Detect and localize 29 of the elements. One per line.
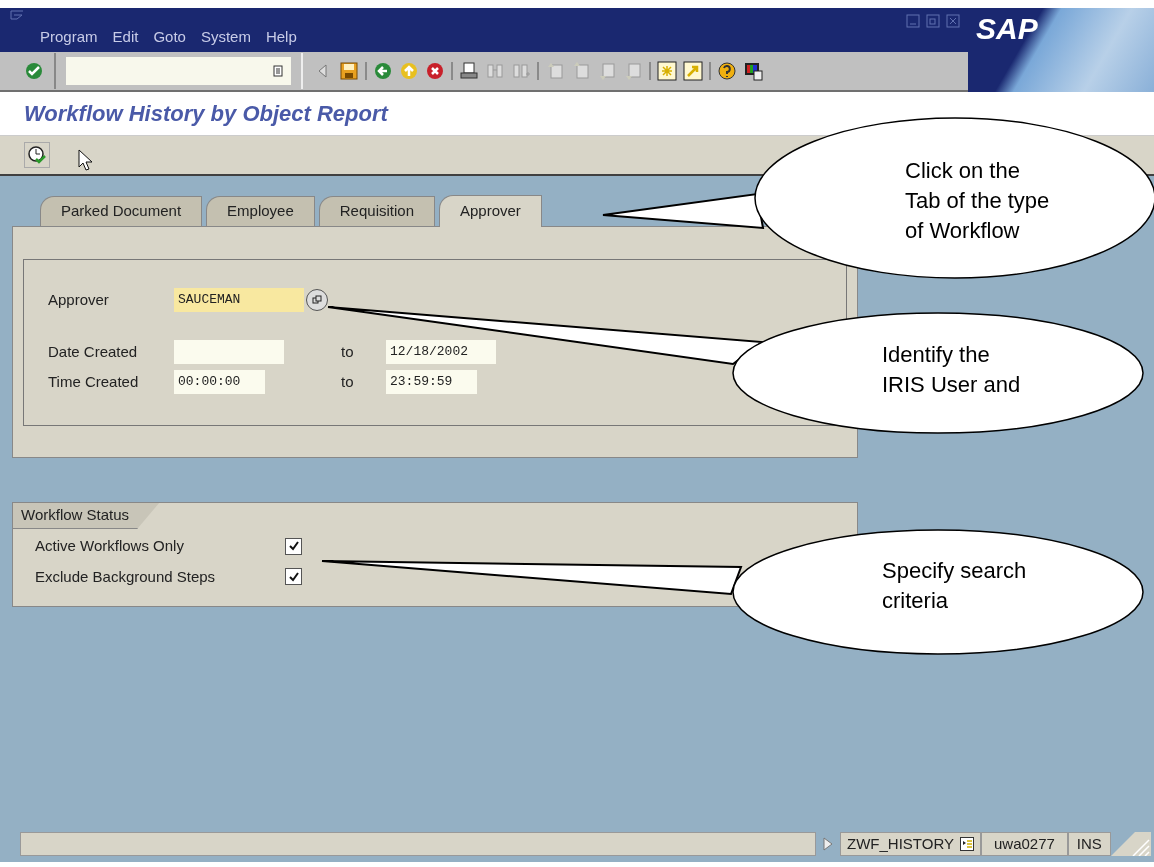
checkbox-label: Active Workflows Only — [35, 536, 185, 556]
screen-title: Workflow History by Object Report — [24, 100, 388, 128]
range-label: to — [341, 341, 355, 362]
range-label: to — [341, 371, 355, 392]
checkbox-label: Exclude Background Steps — [35, 566, 217, 587]
insert-mode: INS — [1076, 833, 1102, 854]
field-label: Approver — [48, 289, 110, 310]
input-field[interactable]: 12/18/2002 — [386, 340, 496, 364]
field-label: Time Created — [48, 371, 140, 392]
callout-text: Specify search criteria — [882, 557, 1027, 615]
input-field[interactable]: 23:59:59 — [386, 370, 477, 394]
group-title: Workflow Status — [21, 505, 130, 526]
menu-item[interactable]: Program — [40, 26, 98, 49]
menu-item[interactable]: Help — [265, 26, 297, 49]
field-label: Date Created — [48, 341, 139, 362]
tab[interactable]: Parked Document — [40, 196, 203, 226]
tab[interactable]: Requisition — [318, 196, 435, 226]
transaction-code: ZWF_HISTORY — [847, 833, 954, 854]
input-field[interactable]: 00:00:00 — [174, 370, 265, 394]
callout-text: Identify the IRIS User and — [882, 341, 1021, 399]
tab[interactable]: Employee — [206, 196, 315, 226]
user-name: uwa0277 — [993, 833, 1055, 854]
tab[interactable]: Approver — [439, 195, 542, 227]
input-field[interactable]: SAUCEMAN — [174, 288, 304, 312]
menu-item[interactable]: System — [200, 26, 251, 49]
logo: SAP — [976, 14, 1038, 44]
callout-text: Click on the Tab of the type of Workflow — [905, 157, 1050, 245]
menu-item[interactable]: Edit — [112, 26, 139, 49]
menu-item[interactable]: Goto — [153, 26, 186, 49]
